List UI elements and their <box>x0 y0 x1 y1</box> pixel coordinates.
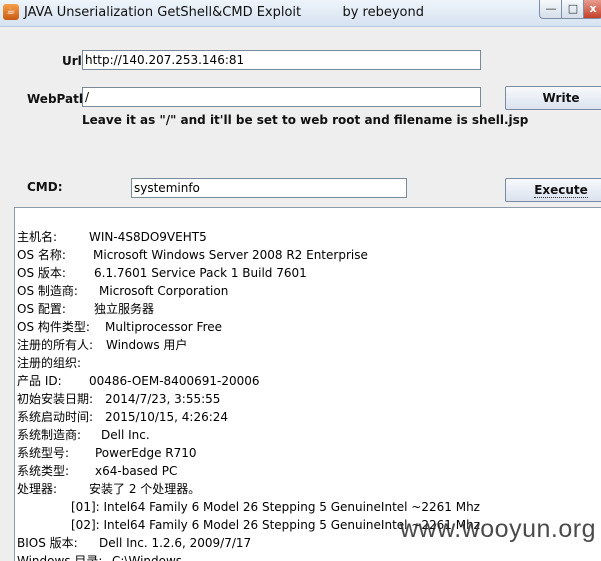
output-value: 2015/10/15, 4:26:24 <box>105 410 229 424</box>
output-line: OS 构件类型: Multiprocessor Free <box>17 318 597 336</box>
java-icon: ☕ <box>3 4 19 20</box>
output-value: 独立服务器 <box>94 302 155 316</box>
window-title: JAVA Unserialization GetShell&CMD Exploi… <box>24 5 424 20</box>
output-value: x64-based PC <box>95 464 178 478</box>
webpath-input[interactable] <box>82 87 481 107</box>
title-bar: ☕ JAVA Unserialization GetShell&CMD Expl… <box>0 0 601 27</box>
cmd-label: CMD: <box>27 180 63 194</box>
output-line: OS 版本: 6.1.7601 Service Pack 1 Build 7601 <box>17 264 597 282</box>
output-key: 系统类型: <box>17 464 70 478</box>
window-author: by rebeyond <box>342 5 424 20</box>
output-key: 系统型号: <box>17 446 70 460</box>
output-line: 系统型号: PowerEdge R710 <box>17 444 597 462</box>
output-line: 系统类型: x64-based PC <box>17 462 597 480</box>
output-value: 6.1.7601 Service Pack 1 Build 7601 <box>94 266 307 280</box>
minimize-button[interactable]: — <box>539 0 563 19</box>
output-value: Microsoft Windows Server 2008 R2 Enterpr… <box>93 248 368 262</box>
output-value: [01]: Intel64 Family 6 Model 26 Stepping… <box>71 500 480 514</box>
url-input[interactable] <box>82 50 481 70</box>
output-value: 安装了 2 个处理器。 <box>89 482 201 496</box>
output-key: OS 构件类型: <box>17 320 90 334</box>
webpath-hint: Leave it as "/" and it'll be set to web … <box>82 113 529 127</box>
write-button[interactable]: Write <box>505 86 601 110</box>
output-key: 注册的组织: <box>17 356 82 370</box>
output-line: [01]: Intel64 Family 6 Model 26 Stepping… <box>17 498 597 516</box>
output-key: OS 制造商: <box>17 284 78 298</box>
output-key: 注册的所有人: <box>17 338 94 352</box>
output-value: Multiprocessor Free <box>105 320 222 334</box>
window-title-text: JAVA Unserialization GetShell&CMD Exploi… <box>24 5 302 20</box>
output-value: Dell Inc. <box>101 428 150 442</box>
output-value: Microsoft Corporation <box>99 284 229 298</box>
execute-button[interactable]: Execute <box>505 178 601 202</box>
output-value: Dell Inc. 1.2.6, 2009/7/17 <box>99 536 252 550</box>
output-line: 注册的所有人: Windows 用户 <box>17 336 597 354</box>
output-line: 初始安装日期: 2014/7/23, 3:55:55 <box>17 390 597 408</box>
output-line: 主机名: WIN-4S8DO9VEHT5 <box>17 228 597 246</box>
output-line: 系统启动时间: 2015/10/15, 4:26:24 <box>17 408 597 426</box>
output-value: PowerEdge R710 <box>95 446 197 460</box>
maximize-button[interactable]: □ <box>561 0 585 19</box>
output-key: 处理器: <box>17 482 58 496</box>
cmd-input[interactable] <box>131 178 407 198</box>
close-button[interactable]: x <box>583 0 601 19</box>
output-key: 系统制造商: <box>17 428 82 442</box>
output-line: 处理器: 安装了 2 个处理器。 <box>17 480 597 498</box>
output-line: 产品 ID: 00486-OEM-8400691-20006 <box>17 372 597 390</box>
output-value: WIN-4S8DO9VEHT5 <box>89 230 207 244</box>
watermark: www.wooyun.org <box>400 515 596 543</box>
output-key: OS 配置: <box>17 302 66 316</box>
output-line: OS 名称: Microsoft Windows Server 2008 R2 E… <box>17 246 597 264</box>
minimize-icon: — <box>545 2 557 15</box>
output-key: OS 版本: <box>17 266 66 280</box>
output-key: BIOS 版本: <box>17 536 78 550</box>
output-key: OS 名称: <box>17 248 66 262</box>
output-value: 00486-OEM-8400691-20006 <box>89 374 260 388</box>
output-line: OS 制造商: Microsoft Corporation <box>17 282 597 300</box>
output-key: 系统启动时间: <box>17 410 94 424</box>
maximize-icon: □ <box>567 2 579 15</box>
output-line: 注册的组织: <box>17 354 597 372</box>
close-icon: x <box>589 2 597 15</box>
execute-button-label: Execute <box>534 183 588 198</box>
output-value: Windows 用户 <box>106 338 188 352</box>
output-value: 2014/7/23, 3:55:55 <box>105 392 221 406</box>
output-key: 主机名: <box>17 230 58 244</box>
output-key: 初始安装日期: <box>17 392 94 406</box>
output-line: 系统制造商: Dell Inc. <box>17 426 597 444</box>
command-output-area[interactable]: 主机名: WIN-4S8DO9VEHT5 OS 名称: Microsoft Windo… <box>14 207 601 561</box>
output-line: OS 配置: 独立服务器 <box>17 300 597 318</box>
output-key: 产品 ID: <box>17 374 62 388</box>
